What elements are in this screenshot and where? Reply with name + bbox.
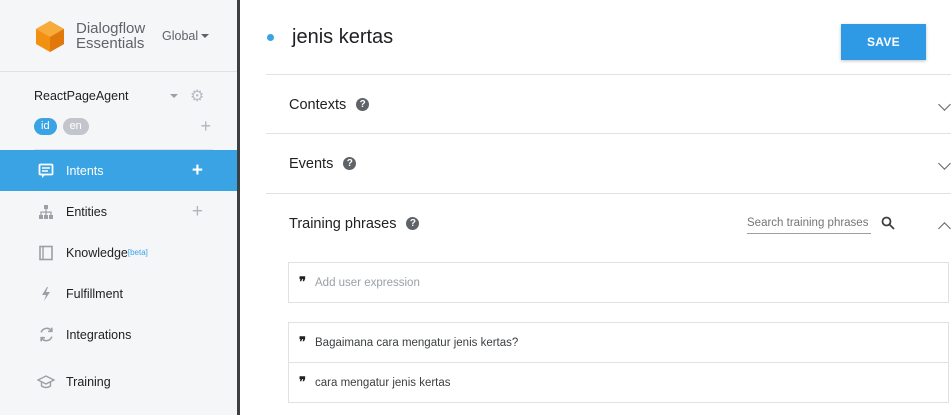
sidebar-item-intents[interactable]: Intents + (0, 150, 237, 191)
sidebar-item-integrations[interactable]: Integrations (0, 314, 237, 355)
sidebar-item-entities[interactable]: Entities + (0, 191, 237, 232)
sidebar-item-label: Knowledge (66, 245, 128, 260)
region-label: Global (162, 28, 199, 43)
sidebar-nav: Intents + Entities + Knowledge [beta] Fu… (0, 150, 237, 402)
agent-panel: ReactPageAgent ⚙ id en + (0, 72, 237, 150)
sidebar-item-label: Training (66, 374, 111, 389)
sidebar-item-fulfillment[interactable]: Fulfillment (0, 273, 237, 314)
book-icon (36, 245, 56, 261)
help-icon[interactable]: ? (356, 98, 370, 111)
bolt-icon (36, 286, 56, 302)
sidebar: Dialogflow Essentials Global ReactPageAg… (0, 0, 240, 415)
agent-name[interactable]: ReactPageAgent (34, 89, 164, 103)
intent-editor: jenis kertas SAVE Contexts ? Events ? Tr… (240, 0, 951, 415)
sidebar-item-label: Entities (66, 204, 107, 219)
chevron-down-icon[interactable] (938, 98, 951, 111)
brand-name: Dialogflow Essentials (76, 19, 146, 52)
training-phrase[interactable]: cara mengatur jenis kertas (315, 377, 451, 389)
app: Dialogflow Essentials Global ReactPageAg… (0, 0, 951, 415)
section-title: Contexts (289, 96, 347, 113)
language-chip-id[interactable]: id (34, 118, 57, 135)
caret-down-icon (201, 33, 210, 38)
training-phrases-section[interactable]: Training phrases ? (266, 193, 951, 253)
help-icon[interactable]: ? (406, 217, 420, 230)
sidebar-item-label: Fulfillment (66, 286, 123, 301)
add-intent-icon[interactable]: + (192, 160, 203, 182)
add-language-icon[interactable]: + (200, 116, 211, 137)
add-entity-icon[interactable]: + (192, 201, 203, 223)
search-input[interactable] (747, 216, 871, 234)
search-icon[interactable] (881, 216, 895, 234)
refresh-icon (36, 326, 56, 343)
add-expression-input[interactable]: ❞ Add user expression (288, 262, 949, 303)
sidebar-item-label: Integrations (66, 327, 132, 342)
brand-header: Dialogflow Essentials Global (0, 0, 237, 72)
list-item[interactable]: ❞ Bagaimana cara mengatur jenis kertas? (288, 322, 949, 363)
help-icon[interactable]: ? (343, 157, 357, 170)
section-title: Events (289, 155, 334, 172)
gear-icon[interactable]: ⚙ (190, 86, 204, 106)
contexts-section[interactable]: Contexts ? (266, 74, 951, 134)
intent-name-input[interactable]: jenis kertas (292, 26, 393, 49)
language-chip-en[interactable]: en (62, 118, 89, 135)
region-selector[interactable]: Global (162, 28, 210, 43)
save-button[interactable]: SAVE (841, 24, 926, 60)
training-search (747, 216, 895, 234)
section-title: Training phrases (289, 215, 397, 232)
sidebar-item-training[interactable]: Training (0, 361, 237, 402)
beta-badge: [beta] (127, 248, 148, 257)
chevron-down-icon[interactable] (938, 157, 951, 170)
dialogflow-logo-icon[interactable] (34, 20, 66, 52)
chevron-up-icon[interactable] (938, 222, 951, 235)
events-section[interactable]: Events ? (266, 133, 951, 193)
language-list: id en + (34, 116, 213, 137)
sidebar-item-label: Intents (66, 163, 104, 178)
sidebar-item-knowledge[interactable]: Knowledge [beta] (0, 232, 237, 273)
hierarchy-icon (36, 204, 56, 220)
quote-icon: ❞ (299, 275, 306, 290)
expression-placeholder: Add user expression (315, 276, 420, 289)
agent-dropdown-icon[interactable] (170, 94, 178, 98)
list-item[interactable]: ❞ cara mengatur jenis kertas (288, 362, 949, 403)
priority-dot-icon[interactable] (267, 33, 274, 41)
quote-icon: ❞ (299, 335, 306, 350)
training-phrase[interactable]: Bagaimana cara mengatur jenis kertas? (315, 337, 518, 349)
graduation-cap-icon (36, 374, 56, 390)
chat-icon (36, 163, 56, 179)
quote-icon: ❞ (299, 375, 306, 390)
